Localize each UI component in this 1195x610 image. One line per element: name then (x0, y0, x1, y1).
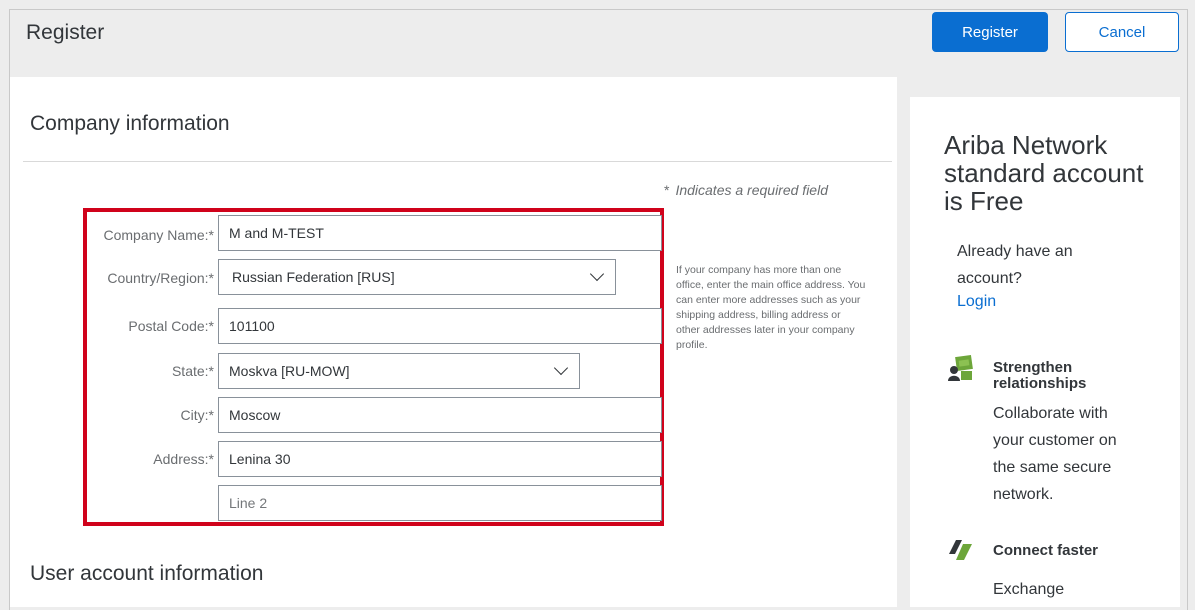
address-line1-value: Lenina 30 (229, 451, 291, 467)
people-box-icon (946, 352, 976, 382)
country-region-value: Russian Federation [RUS] (232, 269, 395, 285)
city-label: City:* (180, 407, 214, 423)
benefit-desc-connect: Exchange (993, 581, 1065, 598)
benefit-title-strengthen: Strengthen relationships (993, 359, 1087, 392)
required-star: * (664, 182, 670, 198)
side-headline: Ariba Network standard account is Free (944, 130, 1144, 216)
company-name-value: M and M-TEST (229, 225, 324, 241)
section-divider (23, 161, 892, 162)
address-line2-placeholder: Line 2 (229, 495, 268, 511)
required-field-note: * Indicates a required field (664, 182, 828, 198)
cancel-button[interactable]: Cancel (1065, 12, 1179, 52)
company-name-label: Company Name:* (103, 227, 215, 243)
benefit-desc-strengthen: Collaborate with your customer on the sa… (993, 405, 1117, 503)
page-title: Register (26, 21, 105, 44)
city-value: Moscow (229, 407, 281, 423)
address-label: Address:* (153, 451, 214, 467)
already-have-account-text: Already have an account? (957, 243, 1073, 287)
country-region-label: Country/Region:* (107, 270, 214, 286)
connect-arrows-icon (946, 534, 976, 564)
country-region-select[interactable]: Russian Federation [RUS] (218, 259, 616, 295)
state-select[interactable]: Moskva [RU-MOW] (218, 353, 580, 389)
login-link[interactable]: Login (957, 293, 996, 311)
user-account-information-heading: User account information (30, 562, 264, 585)
state-value: Moskva [RU-MOW] (229, 363, 350, 379)
address-help-text: If your company has more than one office… (676, 264, 866, 351)
state-label: State:* (171, 363, 214, 379)
chevron-down-icon (589, 266, 605, 282)
company-name-input[interactable]: M and M-TEST (218, 215, 662, 251)
address-line1-input[interactable]: Lenina 30 (218, 441, 662, 477)
postal-code-value: 101100 (229, 318, 275, 334)
postal-code-label: Postal Code:* (128, 318, 214, 334)
chevron-down-icon (553, 360, 569, 376)
company-information-heading: Company information (30, 112, 230, 135)
register-button[interactable]: Register (932, 12, 1048, 52)
address-line2-input[interactable]: Line 2 (218, 485, 662, 521)
required-note-text: Indicates a required field (675, 182, 828, 198)
postal-code-input[interactable]: 101100 (218, 308, 662, 344)
city-input[interactable]: Moscow (218, 397, 662, 433)
benefit-title-connect: Connect faster (993, 542, 1099, 559)
